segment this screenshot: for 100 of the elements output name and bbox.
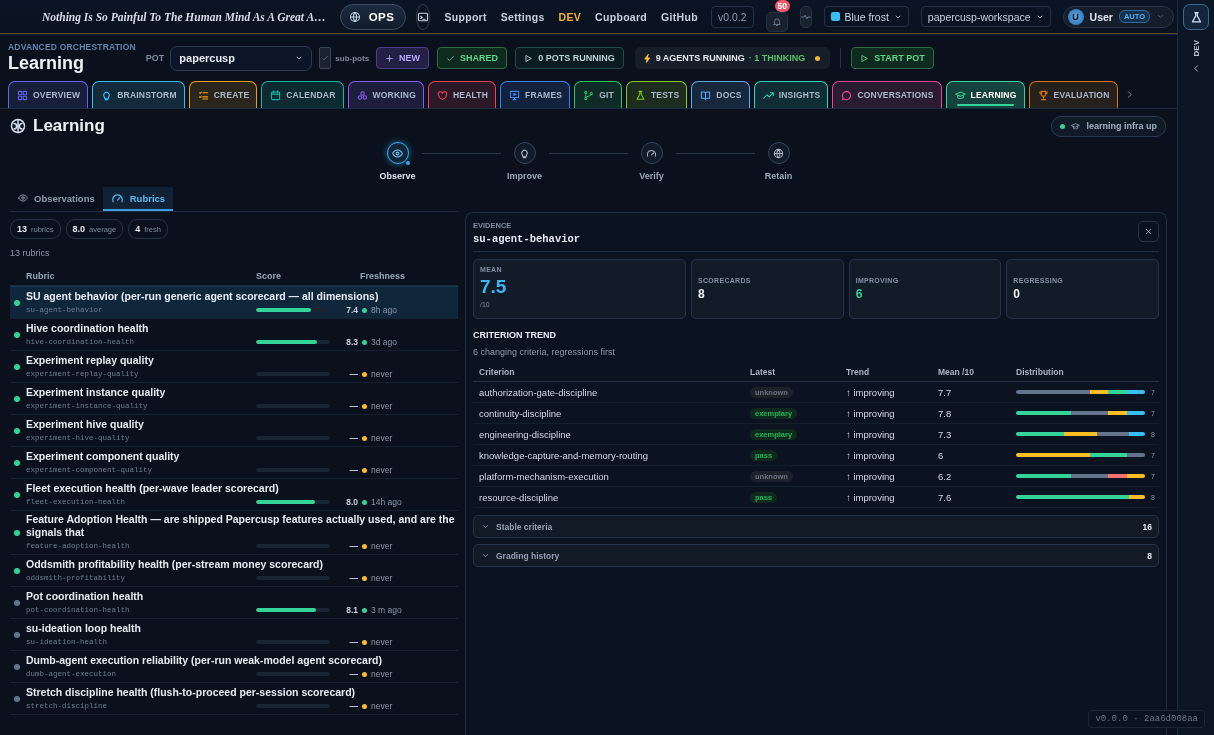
version-label: v0.0.2 <box>710 5 754 28</box>
trend-text: ↑ improving <box>846 407 896 419</box>
nav-link[interactable]: Cupboard <box>595 10 648 23</box>
stat-value: 8 <box>698 287 706 301</box>
collapsible-header[interactable]: Stable criteria 16 <box>473 515 1159 538</box>
nav-tab[interactable]: OVERVIEW <box>8 81 89 108</box>
avatar: U <box>1067 8 1084 25</box>
trend-text: ↑ improving <box>846 386 896 398</box>
column-header: Freshness <box>360 271 407 281</box>
nav-tab[interactable]: CONVERSATIONS <box>832 81 942 108</box>
grid-icon <box>17 89 28 101</box>
monitor-icon <box>509 89 521 101</box>
notifications-button[interactable] <box>765 12 788 32</box>
trend-text: ↑ improving <box>846 428 896 440</box>
collapsible-header[interactable]: Grading history 8 <box>473 544 1159 567</box>
globe-icon <box>773 147 784 159</box>
pot-select[interactable]: papercusp <box>170 45 313 71</box>
rubric-name: Oddsmith profitability health (per-stream money scorecard) <box>26 557 324 571</box>
rubric-name: Hive coordination health <box>26 321 150 335</box>
bell-icon <box>771 17 782 27</box>
section-eyebrow: ADVANCED ORCHESTRATION <box>8 42 136 52</box>
nav-tab[interactable]: CREATE <box>188 81 258 108</box>
mean-value: 7.7 <box>938 386 953 398</box>
nav-tab[interactable]: DOCS <box>691 81 750 108</box>
nav-tab[interactable]: FRAMES <box>500 81 571 108</box>
play-icon <box>524 53 534 63</box>
graduation-cap-icon <box>1071 121 1081 131</box>
status-text: learning infra up <box>1086 121 1157 131</box>
score-value: 8.1 <box>345 605 359 615</box>
activity-button[interactable] <box>799 5 812 28</box>
sub-tab[interactable]: Observations <box>10 187 103 211</box>
column-header: Latest <box>750 366 777 377</box>
nav-tab[interactable]: EVALUATION <box>1028 81 1118 108</box>
collapse-button[interactable] <box>1191 64 1201 74</box>
freshness-text: never <box>371 573 393 583</box>
workspace-select[interactable]: papercusp-workspace <box>920 6 1051 27</box>
stat-value: 6 <box>855 287 864 301</box>
caret-icon <box>1156 12 1166 21</box>
score-value: — <box>348 401 359 411</box>
freshness-text: never <box>371 465 393 475</box>
nav-tab[interactable]: GIT <box>574 81 622 108</box>
checkbox[interactable] <box>319 47 332 69</box>
column-header: Score <box>256 271 282 281</box>
score-value: — <box>348 541 359 551</box>
rubric-name: Fleet execution health (per-wave leader scorecard) <box>26 481 280 495</box>
agents-thinking: · 1 THINKING <box>748 53 806 63</box>
nav-tab[interactable]: LEARNING <box>945 81 1025 108</box>
rubric-name: su-ideation loop health <box>26 621 142 635</box>
page-title: Learning <box>33 116 105 136</box>
new-button[interactable]: NEW <box>376 47 430 69</box>
status-dot <box>1060 123 1066 129</box>
close-button[interactable] <box>1138 221 1159 242</box>
rubric-name: Experiment replay quality <box>26 353 155 367</box>
step-node[interactable] <box>513 142 536 164</box>
nav-tab[interactable]: HEALTH <box>428 81 497 108</box>
theme-select[interactable]: Blue frost <box>823 6 909 27</box>
freshness-text: never <box>371 433 393 443</box>
freshness-text: never <box>371 369 393 379</box>
status-dot <box>815 55 821 61</box>
sub-tab[interactable]: Rubrics <box>102 187 174 211</box>
column-header: Mean /10 <box>938 366 975 377</box>
trophy-icon <box>1037 89 1049 101</box>
start-button[interactable]: START POT <box>851 47 934 69</box>
nav-link[interactable]: DEV <box>558 10 582 23</box>
nav-tab[interactable]: INSIGHTS <box>753 81 829 108</box>
mode-button[interactable]: OPS <box>339 3 407 30</box>
mean-value: 7.8 <box>938 407 953 419</box>
score-value: — <box>348 701 359 711</box>
criterion-name: platform-mechanism-execution <box>479 470 610 482</box>
lightbulb-icon <box>519 147 530 159</box>
nav-tab[interactable]: CALENDAR <box>261 81 344 108</box>
rubric-name: Experiment instance quality <box>26 385 167 399</box>
step-node[interactable] <box>386 142 409 164</box>
nav-tab[interactable]: TESTS <box>625 81 688 108</box>
nav-link[interactable]: GitHub <box>661 10 698 23</box>
mean-value: 7.3 <box>938 428 953 440</box>
flask-icon <box>1189 10 1203 24</box>
freshness-text: 8h ago <box>371 305 397 315</box>
lab-button[interactable] <box>1183 4 1209 30</box>
mean-value: 6 <box>938 449 945 461</box>
heart-icon <box>437 89 448 101</box>
freshness-text: never <box>371 401 393 411</box>
shared-button[interactable]: SHARED <box>437 47 508 69</box>
nav-link[interactable]: Support <box>444 10 487 23</box>
step-node[interactable] <box>640 142 663 164</box>
column-header: Trend <box>846 366 871 377</box>
agents-running: 9 AGENTS RUNNING <box>655 53 745 63</box>
score-value: 8.3 <box>345 337 359 347</box>
step-label: Verify <box>639 171 664 181</box>
nav-tab[interactable]: WORKING <box>347 81 424 108</box>
page-heading: Learning <box>8 53 85 74</box>
nav-link[interactable]: Settings <box>500 10 545 23</box>
gauge-icon <box>646 147 657 159</box>
nav-tab[interactable]: BRAINSTORM <box>92 81 185 108</box>
trend-icon <box>762 89 774 101</box>
count-badge: 50 <box>774 0 790 12</box>
step-node[interactable] <box>767 142 790 164</box>
running-button[interactable]: 0 POTS RUNNING <box>515 47 624 69</box>
score-value: — <box>348 637 359 647</box>
score-value: — <box>348 465 359 475</box>
